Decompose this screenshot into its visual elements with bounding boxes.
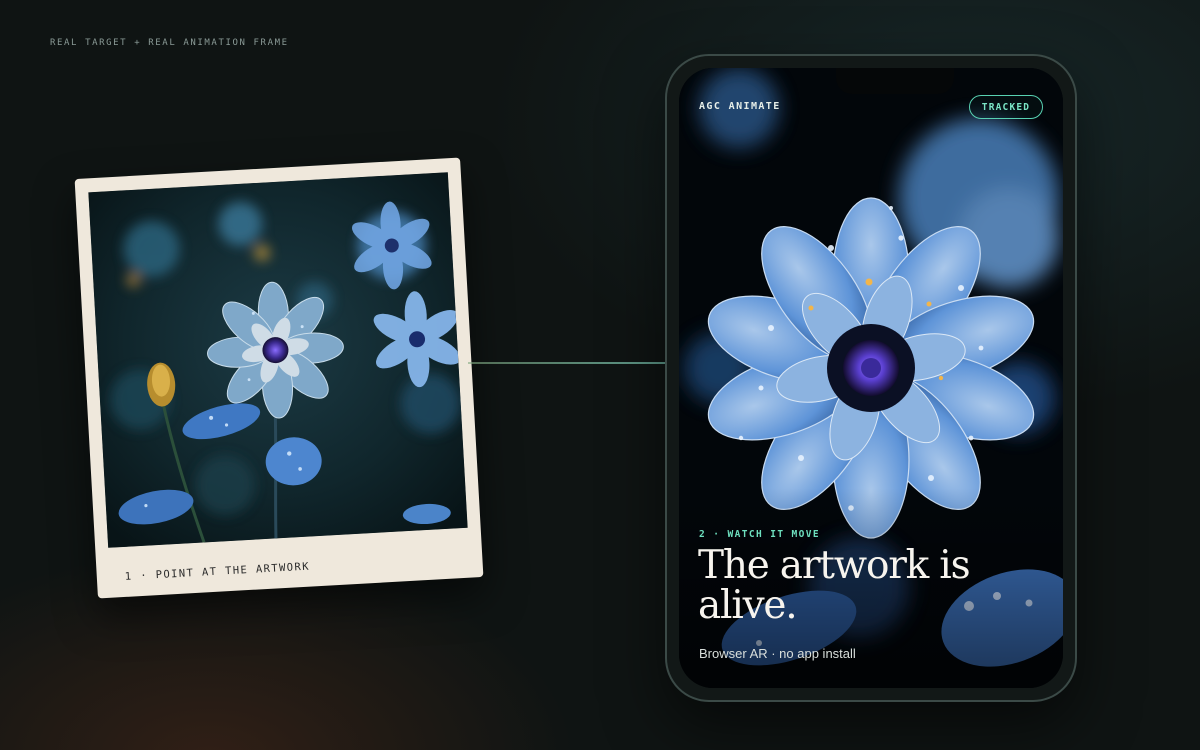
artwork-photo [88, 172, 468, 548]
app-brand: AGC ANIMATE [699, 101, 781, 112]
connector-line [468, 362, 666, 364]
phone-notch [836, 68, 954, 94]
tracked-status-badge: TRACKED [969, 95, 1043, 119]
headline: The artwork is alive. [698, 543, 971, 628]
phone-frame: AGC ANIMATE TRACKED 2 · WATCH IT MOVE Th… [665, 54, 1077, 702]
subtext: Browser AR · no app install [699, 646, 856, 661]
phone-screen: AGC ANIMATE TRACKED 2 · WATCH IT MOVE Th… [679, 68, 1063, 688]
polaroid-caption: 1 · POINT AT THE ARTWORK [124, 560, 311, 583]
step-label: 2 · WATCH IT MOVE [699, 529, 821, 540]
target-polaroid: 1 · POINT AT THE ARTWORK [74, 157, 484, 599]
eyebrow-label: REAL TARGET + REAL ANIMATION FRAME [50, 38, 289, 48]
